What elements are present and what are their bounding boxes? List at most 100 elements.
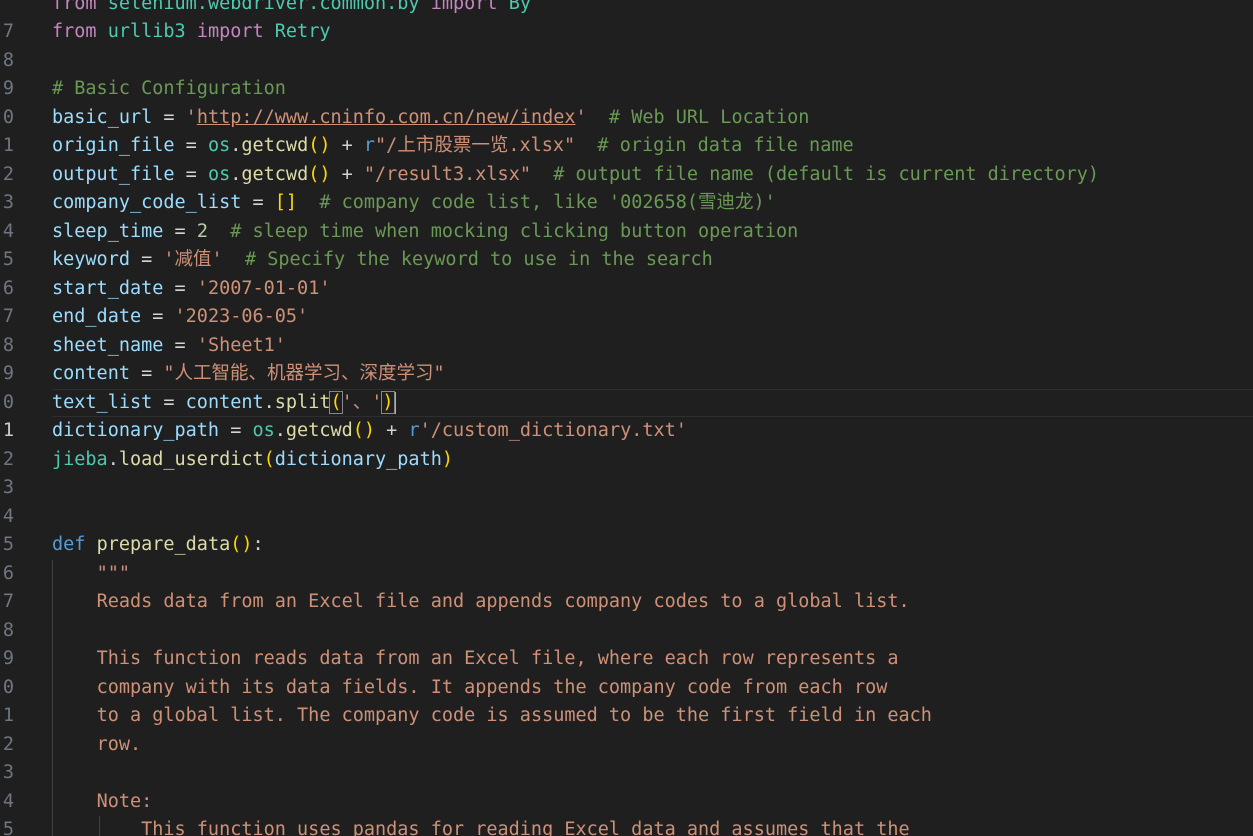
operator: =	[129, 249, 164, 270]
string-quote: '	[575, 106, 587, 128]
code-line[interactable]: 9	[0, 616, 1253, 669]
imported-name: By	[508, 0, 531, 14]
keyword: def	[52, 534, 86, 555]
code-line[interactable]: 8 Reads data from an Excel file and appe…	[0, 588, 1253, 641]
keyword: from	[52, 0, 97, 14]
comment: # company code list, like '002658(雪迪龙)'	[297, 192, 776, 213]
code-line[interactable]: 6 This function uses pandas for reading …	[0, 816, 1253, 836]
string: "人工智能、机器学习、深度学习"	[163, 363, 445, 384]
string: 'Sheet1'	[196, 334, 286, 356]
code-line[interactable]: 2 to a global list. The company code is …	[0, 702, 1253, 755]
comment: # sleep time when mocking clicking butto…	[207, 220, 799, 242]
variable: start_date	[52, 277, 164, 299]
variable: origin_file	[52, 135, 175, 156]
indent-guide	[52, 616, 53, 645]
object: content	[185, 391, 264, 413]
comment: # Web URL Location	[586, 106, 810, 128]
string: '、'	[341, 391, 383, 413]
code-line[interactable]: 0 content = "人工智能、机器学习、深度学习"	[0, 360, 1253, 413]
code-line[interactable]: 5 Note:	[0, 787, 1253, 836]
url-link[interactable]: http://www.cninfo.com.cn/new/index	[197, 107, 576, 128]
code-line[interactable]: 6 def prepare_data():	[0, 531, 1253, 584]
code-editor[interactable]: 7 from selenium.webdriver.common.by impo…	[0, 0, 1253, 836]
string: '/custom_dictionary.txt'	[419, 420, 687, 441]
dot: .	[107, 448, 119, 470]
code-line[interactable]: 3 output_file = os.getcwd() + "/result3.…	[0, 161, 1253, 214]
code-line[interactable]: 9 sheet_name = 'Sheet1'	[0, 332, 1253, 385]
code-line[interactable]: 2 origin_file = os.getcwd() + r"/上市股票一览.…	[0, 132, 1253, 185]
operator: =	[163, 220, 197, 242]
variable: basic_url	[52, 106, 153, 128]
operator: =	[129, 363, 164, 384]
code-line[interactable]: 1 basic_url = 'http://www.cninfo.com.cn/…	[0, 104, 1253, 157]
indent-guide	[52, 759, 53, 788]
dot: .	[263, 391, 275, 413]
variable: sheet_name	[52, 334, 164, 356]
code-line[interactable]: 5 sleep_time = 2 # sleep time when mocki…	[0, 218, 1253, 271]
close-paren: )	[241, 534, 253, 555]
code-line[interactable]: 7 """	[0, 559, 1253, 612]
variable: keyword	[52, 249, 130, 270]
code-line[interactable]: 0 This function reads data from an Excel…	[0, 645, 1253, 698]
variable: company_code_list	[52, 192, 242, 213]
argument: dictionary_path	[274, 448, 442, 470]
string: '2007-01-01'	[196, 277, 331, 299]
code-line[interactable]: 3 row.	[0, 730, 1253, 783]
function-call: getcwd	[285, 420, 353, 441]
docstring: This function reads data from an Excel f…	[96, 648, 899, 669]
code-line[interactable]: 8 from urllib3 import Retry	[0, 18, 1253, 71]
text-cursor	[393, 391, 396, 414]
empty-list: []	[274, 192, 298, 213]
docstring: Note:	[96, 790, 153, 812]
open-paren: (	[263, 448, 275, 470]
current-code-line[interactable]: 1 text_list = content.split('、')	[0, 388, 1253, 441]
operator: +	[330, 135, 364, 156]
code-line[interactable]: 9	[0, 47, 1253, 99]
function-call: getcwd	[241, 135, 309, 156]
dot: .	[274, 420, 286, 441]
code-line[interactable]: 8 end_date = '2023-06-05'	[0, 303, 1253, 356]
code-line[interactable]: 5	[0, 503, 1253, 555]
code-lines: 7 from selenium.webdriver.common.by impo…	[0, 0, 1253, 836]
close-paren: )	[381, 390, 395, 414]
colon: :	[252, 534, 264, 555]
code-line[interactable]: 6 keyword = '减值' # Specify the keyword t…	[0, 246, 1253, 299]
operator: +	[375, 420, 409, 441]
module-name: os	[252, 420, 275, 441]
keyword: import	[430, 0, 498, 14]
code-line[interactable]: 0 # Basic Configuration	[0, 75, 1253, 128]
comment: # origin data file name	[575, 135, 854, 156]
code-line[interactable]: 1 company with its data fields. It appen…	[0, 673, 1253, 726]
module-name: selenium.webdriver.common.by	[107, 0, 420, 14]
parentheses: ()	[308, 135, 331, 156]
function-name: prepare_data	[96, 534, 231, 555]
code-line[interactable]: 4	[0, 474, 1253, 527]
variable: content	[52, 363, 130, 384]
docstring: to a global list. The company code is as…	[96, 705, 932, 726]
code-line[interactable]: 4	[0, 759, 1253, 812]
variable: text_list	[52, 391, 153, 413]
code-line[interactable]: 3 jieba.load_userdict(dictionary_path)	[0, 446, 1253, 499]
code-line[interactable]: 7 start_date = '2007-01-01'	[0, 275, 1253, 328]
open-paren: (	[329, 390, 343, 414]
dot: .	[230, 163, 242, 185]
imported-name: Retry	[274, 21, 331, 42]
string: "/上市股票一览.xlsx"	[375, 135, 576, 156]
operator: =	[174, 163, 208, 185]
keyword: import	[196, 21, 264, 42]
code-line[interactable]: 4 company_code_list = [] # company code …	[0, 189, 1253, 242]
operator: =	[141, 306, 175, 327]
operator: =	[163, 334, 197, 356]
module-name: os	[207, 163, 231, 185]
string-quote: '	[185, 106, 197, 128]
comment: # output file name (default is current d…	[530, 163, 1100, 185]
parentheses: ()	[308, 163, 331, 185]
operator: =	[163, 277, 197, 299]
string: '减值'	[163, 249, 223, 270]
code-line[interactable]: 2 dictionary_path = os.getcwd() + r'/cus…	[0, 417, 1253, 470]
function-call: getcwd	[241, 163, 309, 185]
operator: =	[152, 391, 186, 413]
module-name: urllib3	[107, 21, 186, 42]
code-line[interactable]: 7 from selenium.webdriver.common.by impo…	[0, 0, 1253, 42]
string: '2023-06-05'	[174, 306, 309, 327]
